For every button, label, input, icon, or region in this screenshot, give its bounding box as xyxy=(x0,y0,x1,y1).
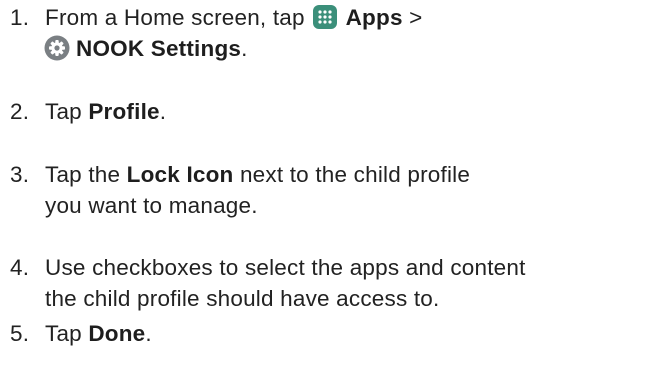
step-line: Tap the Lock Icon next to the child prof… xyxy=(45,159,470,190)
step-number: 5. xyxy=(10,321,30,346)
step-text-segment: > xyxy=(402,5,423,30)
step-text: Tap Done. xyxy=(45,318,152,349)
step-line: Tap Profile. xyxy=(45,96,166,127)
step-text: Tap Profile. xyxy=(45,96,166,127)
step-text-segment: . xyxy=(145,321,152,346)
lock-icon-label: Lock Icon xyxy=(126,162,234,187)
step-text-segment: Tap the xyxy=(45,162,127,187)
step-text: From a Home screen, tap Apps > NOOK Sett… xyxy=(44,2,422,64)
step-number: 4. xyxy=(10,255,30,280)
step-line: the child profile should have access to. xyxy=(45,283,526,314)
step-line: Use checkboxes to select the apps and co… xyxy=(45,252,526,283)
step-text-segment: . xyxy=(241,36,248,61)
step-text-segment: the child profile should have access to. xyxy=(45,286,440,311)
step-text-segment: Tap xyxy=(45,321,89,346)
step-number: 3. xyxy=(10,162,30,187)
step-text-segment: next to the child profile xyxy=(233,162,471,187)
step-number: 2. xyxy=(10,99,30,124)
step-line: NOOK Settings. xyxy=(44,33,422,64)
gear-icon xyxy=(44,35,70,61)
step-text: Tap the Lock Icon next to the child prof… xyxy=(45,159,470,221)
apps-label: Apps xyxy=(345,5,403,30)
step-line: From a Home screen, tap Apps > xyxy=(45,2,422,33)
instruction-steps: 1. From a Home screen, tap Apps > NOOK S… xyxy=(0,0,662,366)
profile-label: Profile xyxy=(88,99,160,124)
done-label: Done xyxy=(88,321,146,346)
step-text-segment: Use checkboxes to select the apps and co… xyxy=(45,255,526,280)
step-line: you want to manage. xyxy=(45,190,470,221)
step-text-segment: From a Home screen, tap xyxy=(45,5,312,30)
apps-grid-icon xyxy=(313,5,338,29)
step-text-segment: Tap xyxy=(45,99,89,124)
nook-settings-label: NOOK Settings xyxy=(76,36,242,61)
step-text: Use checkboxes to select the apps and co… xyxy=(45,252,526,314)
step-line: Tap Done. xyxy=(45,318,152,349)
step-number: 1. xyxy=(10,5,30,30)
step-text-segment: you want to manage. xyxy=(45,193,258,218)
step-text-segment: . xyxy=(159,99,167,124)
